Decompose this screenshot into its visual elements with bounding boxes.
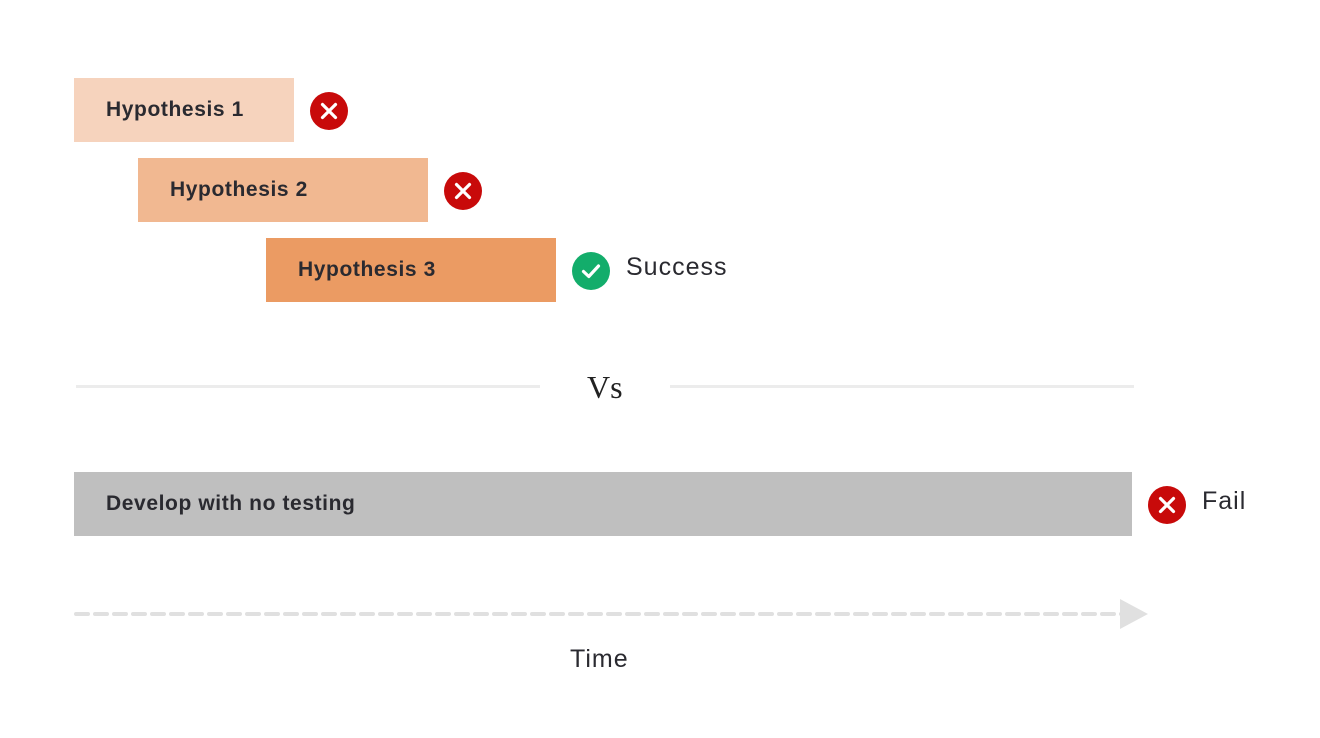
hypothesis-1-bar: Hypothesis 1 [74, 78, 294, 142]
hypothesis-2-label: Hypothesis 2 [170, 178, 308, 201]
fail-label: Fail [1202, 487, 1247, 515]
hypothesis-1-label: Hypothesis 1 [106, 98, 244, 121]
vs-label: Vs [587, 369, 623, 405]
no-testing-label: Develop with no testing [106, 492, 356, 515]
x-circle-icon [310, 92, 348, 130]
hypothesis-3-bar: Hypothesis 3 [266, 238, 556, 302]
success-label: Success [626, 253, 728, 281]
check-circle-icon [572, 252, 610, 290]
divider-right [670, 385, 1134, 388]
hypothesis-2-bar: Hypothesis 2 [138, 158, 428, 222]
x-circle-icon [444, 172, 482, 210]
hypothesis-3-label: Hypothesis 3 [298, 258, 436, 281]
timeline-arrow [74, 599, 1148, 629]
x-circle-icon [1148, 486, 1186, 524]
time-label: Time [570, 645, 629, 673]
divider-left [76, 385, 540, 388]
arrow-right-icon [1120, 599, 1148, 629]
no-testing-bar: Develop with no testing [74, 472, 1132, 536]
